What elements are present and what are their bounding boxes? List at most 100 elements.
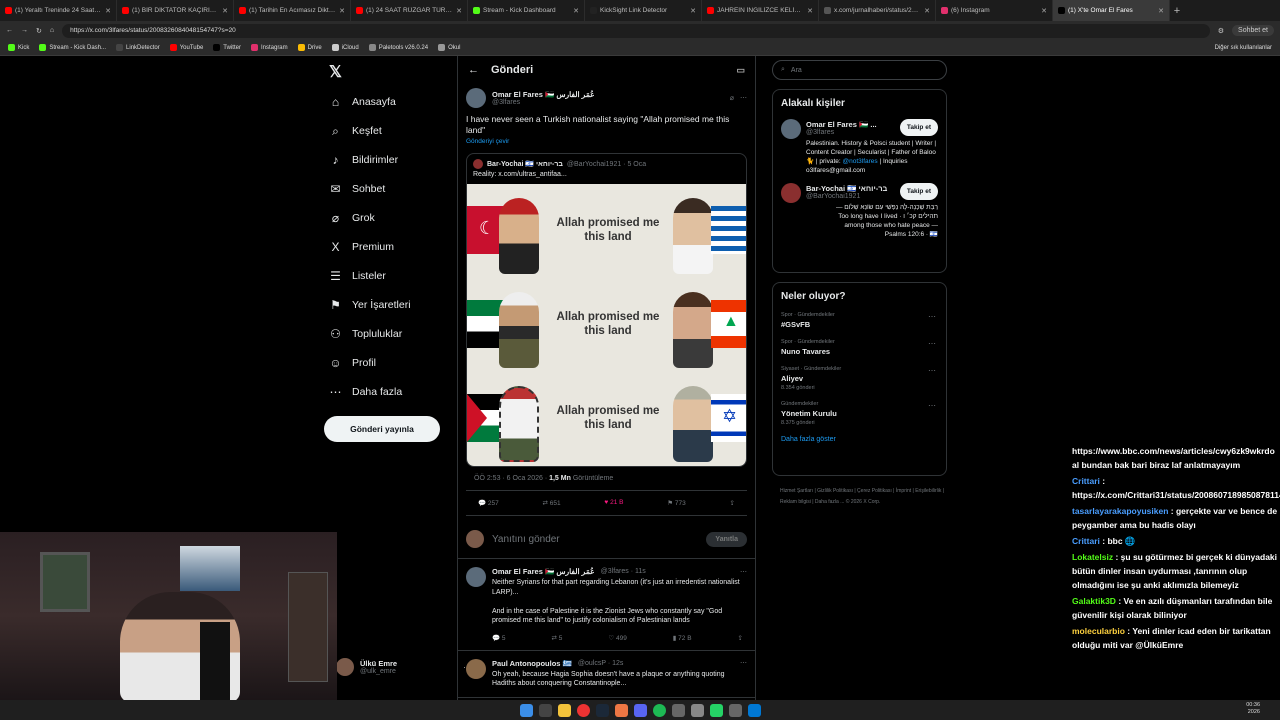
footer-links[interactable]: Hizmet Şartları | Gizlilik Politikası | … bbox=[780, 486, 945, 508]
nav-item-daha-fazla[interactable]: ⋯ Daha fazla bbox=[329, 382, 403, 402]
browser-tab[interactable]: (1) 24 SAAT RÜZGAR TÜRBİNİNDE✕ bbox=[351, 0, 468, 21]
bookmark-item[interactable]: Okul bbox=[438, 44, 460, 51]
more-icon[interactable]: ⋯ bbox=[928, 339, 936, 348]
trend-item[interactable]: Spor · Gündemdekiler Nuno Tavares ⋯ bbox=[781, 339, 938, 356]
profile-button[interactable]: Sohbet et bbox=[1232, 25, 1274, 36]
browser-tab[interactable]: KickSight Link Detector ✕ bbox=[585, 0, 702, 21]
close-icon[interactable]: ✕ bbox=[222, 7, 228, 15]
trend-item[interactable]: Spor · Gündemdekiler #GSvFB ⋯ bbox=[781, 312, 938, 329]
avatar[interactable] bbox=[466, 88, 486, 108]
grok-icon[interactable]: ⌀ bbox=[730, 94, 734, 102]
bookmark-item[interactable]: Drive bbox=[297, 44, 322, 51]
repost-action[interactable]: ⇄ 651 bbox=[543, 499, 561, 507]
close-icon[interactable]: ✕ bbox=[1041, 7, 1047, 15]
more-icon[interactable]: ⋯ bbox=[928, 401, 936, 410]
nav-item-ke-fet[interactable]: ⌕ Keşfet bbox=[329, 121, 382, 141]
chrome-icon[interactable] bbox=[576, 703, 590, 717]
bio-link[interactable]: @not3lfares bbox=[843, 158, 878, 165]
avatar[interactable] bbox=[466, 658, 486, 679]
post-button[interactable]: Gönderi yayınla bbox=[324, 416, 440, 442]
reply-action[interactable]: 💬 257 bbox=[478, 499, 499, 507]
person-name[interactable]: Bar-Yochai 🇮🇱 בר-יוחאי bbox=[806, 184, 894, 193]
extensions-icon[interactable]: ⚙ bbox=[1218, 27, 1224, 35]
close-icon[interactable]: ✕ bbox=[573, 7, 579, 15]
follow-button[interactable]: Takip et bbox=[899, 183, 938, 200]
follow-button[interactable]: Takip et bbox=[899, 119, 938, 136]
share-icon[interactable]: ⇪ bbox=[730, 499, 735, 507]
like-action[interactable]: ♡ 499 bbox=[608, 634, 627, 642]
home-icon[interactable]: ⌂ bbox=[50, 27, 54, 34]
url-input[interactable]: https://x.com/3lfares/status/20083260840… bbox=[62, 23, 1210, 38]
related-person[interactable]: Omar El Fares 🇵🇸 ... @3lfares Takip et Pale… bbox=[781, 119, 938, 175]
whatsapp-icon[interactable] bbox=[709, 703, 723, 717]
search-input[interactable]: ⌕ Ara bbox=[772, 60, 947, 80]
app-icon[interactable] bbox=[614, 703, 628, 717]
bookmark-item[interactable]: Paletools v26.0.24 bbox=[368, 44, 428, 51]
reply-input[interactable]: Yanıtını gönder bbox=[492, 534, 698, 545]
back-arrow-icon[interactable]: ← bbox=[468, 64, 479, 76]
trend-item[interactable]: Gündemdekiler Yönetim Kurulu 8.375 gönderi… bbox=[781, 401, 938, 426]
browser-tab[interactable]: (6) Instagram ✕ bbox=[936, 0, 1053, 21]
close-icon[interactable]: ✕ bbox=[807, 7, 813, 15]
bookmark-item[interactable]: YouTube bbox=[169, 44, 203, 51]
reply-action[interactable]: 💬 5 bbox=[492, 634, 506, 642]
close-icon[interactable]: ✕ bbox=[924, 7, 930, 15]
browser-tab[interactable]: x.com/jurnalhaberi/status/2004 ✕ bbox=[819, 0, 936, 21]
show-more-link[interactable]: Daha fazla göster bbox=[781, 436, 938, 443]
like-action[interactable]: ♥ 21 B bbox=[604, 499, 623, 507]
account-switcher[interactable]: Ülkü Emre @ulk_emre ⋯ bbox=[336, 658, 471, 676]
related-person[interactable]: Bar-Yochai 🇮🇱 בר-יוחאי @BarYochai1921 Taki… bbox=[781, 183, 938, 239]
nav-item-anasayfa[interactable]: ⌂ Anasayfa bbox=[329, 92, 396, 112]
repost-action[interactable]: ⇄ 5 bbox=[551, 634, 562, 642]
windows-start-icon[interactable] bbox=[519, 703, 533, 717]
x-logo-icon[interactable]: 𝕏 bbox=[329, 62, 342, 82]
more-icon[interactable]: ⋯ bbox=[740, 659, 747, 667]
app-icon[interactable] bbox=[728, 703, 742, 717]
comment-post[interactable]: Omar El Fares 🇵🇸 عُمَر الفارس @3lfares · … bbox=[458, 559, 755, 651]
back-icon[interactable]: ← bbox=[6, 27, 13, 34]
browser-tab[interactable]: (1) Yeraltı Treninde 24 Saat Hayat✕ bbox=[0, 0, 117, 21]
app-icon[interactable] bbox=[671, 703, 685, 717]
steam-icon[interactable] bbox=[595, 703, 609, 717]
spotify-icon[interactable] bbox=[652, 703, 666, 717]
more-icon[interactable]: ⋯ bbox=[740, 568, 747, 576]
app-icon[interactable] bbox=[690, 703, 704, 717]
avatar[interactable] bbox=[781, 119, 801, 139]
person-name[interactable]: Omar El Fares 🇵🇸 ... bbox=[806, 120, 894, 129]
nav-item-premium[interactable]: X Premium bbox=[329, 237, 394, 257]
search-icon[interactable] bbox=[538, 703, 552, 717]
discord-icon[interactable] bbox=[633, 703, 647, 717]
more-icon[interactable]: ⋯ bbox=[740, 94, 747, 102]
views-action[interactable]: ▮ 72 B bbox=[673, 634, 692, 642]
reload-icon[interactable]: ↻ bbox=[36, 27, 42, 35]
other-bookmarks[interactable]: Diğer sık kullanılanlar bbox=[1215, 45, 1272, 51]
more-icon[interactable]: ⋯ bbox=[928, 312, 936, 321]
comment-author[interactable]: Paul Antonopoulos 🇬🇷 bbox=[492, 659, 572, 668]
avatar[interactable] bbox=[466, 567, 486, 587]
forward-icon[interactable]: → bbox=[21, 27, 28, 34]
avatar[interactable] bbox=[781, 183, 801, 203]
bookmark-item[interactable]: Stream - Kick Dash... bbox=[39, 44, 106, 51]
nav-item-sohbet[interactable]: ✉ Sohbet bbox=[329, 179, 385, 199]
browser-tab[interactable]: (1) Tarihin En Acımasız Diktatör O✕ bbox=[234, 0, 351, 21]
browser-tab[interactable]: Stream - Kick Dashboard ✕ bbox=[468, 0, 585, 21]
close-icon[interactable]: ✕ bbox=[456, 7, 462, 15]
close-icon[interactable]: ✕ bbox=[105, 7, 111, 15]
bookmark-item[interactable]: Twitter bbox=[213, 44, 241, 51]
author-handle[interactable]: @3lfares bbox=[492, 99, 724, 106]
nav-item-bildirimler[interactable]: ♪ Bildirimler bbox=[329, 150, 399, 170]
bookmark-item[interactable]: LinkDetector bbox=[116, 44, 160, 51]
nav-item-listeler[interactable]: ☰ Listeler bbox=[329, 266, 386, 286]
browser-tab[interactable]: JAHREİN İNGİLİZCE KELİME TESTİ✕ bbox=[702, 0, 819, 21]
close-icon[interactable]: ✕ bbox=[339, 7, 345, 15]
reply-button[interactable]: Yanıtla bbox=[706, 531, 747, 547]
close-icon[interactable]: ✕ bbox=[690, 7, 696, 15]
comment-author[interactable]: Omar El Fares 🇵🇸 عُمَر الفارس bbox=[492, 567, 595, 576]
edge-icon[interactable] bbox=[747, 703, 761, 717]
bookmark-item[interactable]: Instagram bbox=[250, 44, 288, 51]
more-icon[interactable]: ⋯ bbox=[928, 366, 936, 375]
nav-item-topluluklar[interactable]: ⚇ Topluluklar bbox=[329, 324, 402, 344]
bookmark-item[interactable]: iCloud bbox=[331, 44, 359, 51]
meme-image[interactable]: ☾ Allah promised me this land Allah prom… bbox=[467, 184, 746, 466]
nav-item-grok[interactable]: ⌀ Grok bbox=[329, 208, 375, 228]
